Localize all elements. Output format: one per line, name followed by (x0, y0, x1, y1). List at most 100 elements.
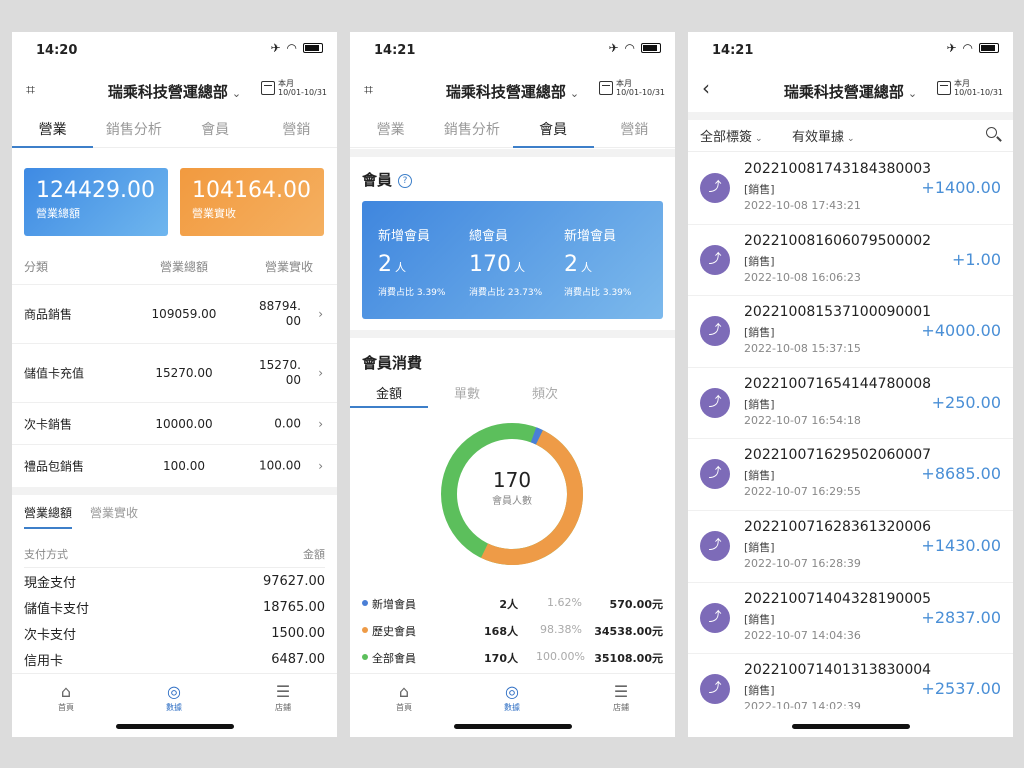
tab-business[interactable]: 營業 (12, 112, 94, 148)
tabbar-data[interactable]: ◎ 數據 (144, 682, 204, 713)
table-row[interactable]: 儲值卡充值 15270.00 15270. 00 › (12, 343, 337, 402)
date-label: 本月 (278, 79, 294, 88)
list-item[interactable]: ⤴ 202210081606079500002 [銷售] 2022-10-08 16:… (688, 225, 1013, 297)
date-picker[interactable]: 本月 10/01-10/31 (261, 79, 327, 97)
stat-new-members: 新增會員 2人 消費占比 3.39% (378, 225, 474, 298)
subtab-actual[interactable]: 營業實收 (90, 504, 138, 527)
category-actual-cont: 00 (285, 314, 301, 328)
order-type: [銷售] (744, 183, 775, 196)
order-id: 202210071404328190005 (744, 590, 932, 607)
battery-icon (641, 43, 661, 53)
date-range: 10/01-10/31 (954, 88, 1003, 97)
airplane-icon: ✈ (270, 41, 281, 55)
category-actual: 15270. (259, 358, 301, 372)
store-title: 瑞乘科技營運總部 (783, 83, 904, 101)
tab-business[interactable]: 營業 (350, 112, 431, 147)
store-title: 瑞乘科技營運總部 (107, 83, 228, 101)
tab-sales-analysis[interactable]: 銷售分析 (431, 112, 512, 147)
date-picker[interactable]: 本月 10/01-10/31 (599, 79, 665, 97)
member-legend: 新增會員 2人 1.62% 570.00元 歷史會員 168人 98.38% 34538.0… (362, 591, 663, 672)
legend-count: 168人 (484, 625, 518, 638)
legend-dot (362, 654, 368, 660)
legend-dot (362, 600, 368, 606)
chart-icon: ◎ (167, 682, 181, 701)
tab-members[interactable]: 會員 (175, 112, 256, 147)
list-item[interactable]: ⤴ 202210071628361320006 [銷售] 2022-10-07 16:… (688, 511, 1013, 583)
table-row: 信用卡 6487.00 (24, 646, 325, 672)
category-actual-cont: 00 (285, 373, 301, 387)
order-id: 202210081606079500002 (744, 232, 932, 249)
divider (688, 112, 1013, 120)
legend-row: 全部會員 170人 100.00% 35108.00元 (362, 645, 663, 672)
order-type: [銷售] (744, 397, 775, 411)
wifi-icon: ◠ (286, 41, 297, 55)
kpi-total-value: 124429.00 (36, 178, 155, 203)
wifi-icon: ◠ (624, 41, 635, 55)
filter-tags[interactable]: 全部標簽 ⌄ (700, 126, 763, 145)
table-row[interactable]: 商品銷售 109059.00 88794. 00 › (12, 284, 337, 343)
order-time: 2022-10-08 17:43:21 (744, 199, 861, 212)
list-item[interactable]: ⤴ 202210081537100090001 [銷售] 2022-10-08 15:… (688, 296, 1013, 368)
tabbar-store[interactable]: ☰ 店鋪 (253, 682, 313, 713)
table-row[interactable]: 次卡銷售 10000.00 0.00 › (12, 402, 337, 444)
kpi-total-card[interactable]: 124429.00 營業總額 (24, 168, 168, 236)
list-item[interactable]: ⤴ 202210071629502060007 [銷售] 2022-10-07 16:… (688, 439, 1013, 511)
stat-ratio: 消費占比 23.73% (469, 288, 543, 298)
order-time: 2022-10-07 14:04:36 (744, 628, 861, 642)
header: ⌗ 瑞乘科技營運總部 ⌄ 本月 10/01-10/31 (350, 72, 675, 108)
battery-icon (979, 43, 999, 53)
tab-amount[interactable]: 金額 (350, 378, 428, 408)
tab-orders[interactable]: 單數 (428, 378, 506, 408)
divider (350, 330, 675, 338)
order-amount: +250.00 (931, 392, 1001, 412)
stat-total-members: 總會員 170 人 消費占比 23.73% (469, 225, 565, 298)
payment-table-header: 支付方式 金額 (24, 542, 325, 568)
category-table: 商品銷售 109059.00 88794. 00 › 儲值卡充值 15270.00 1527… (12, 284, 337, 486)
legend-amount: 570.00元 (609, 598, 663, 611)
sale-icon: ⤴ (700, 387, 730, 418)
category-name: 次卡銷售 (24, 417, 73, 431)
category-total: 100.00 (163, 458, 205, 473)
help-icon[interactable]: ? (398, 174, 413, 188)
tabbar-store[interactable]: ☰ 店鋪 (591, 682, 651, 713)
tab-marketing[interactable]: 營銷 (256, 112, 337, 147)
stat-unit: 人 (581, 261, 592, 274)
sale-icon: ⤴ (700, 459, 730, 490)
airplane-icon: ✈ (608, 41, 619, 55)
home-indicator-area (688, 709, 1013, 737)
donut-center: 170 會員人數 (440, 468, 584, 507)
tab-members[interactable]: 會員 (512, 112, 595, 148)
home-indicator (791, 724, 910, 729)
col-total: 營業總額 (159, 260, 208, 274)
list-item[interactable]: ⤴ 202210081743184380003 [銷售] 2022-10-08 17:… (688, 153, 1013, 225)
member-stats-card: 新增會員 2人 消費占比 3.39% 總會員 170 人 消費占比 23.73% … (362, 201, 663, 319)
stat-ratio: 消費占比 3.39% (564, 288, 632, 298)
tabbar-home[interactable]: ⌂ 首頁 (374, 682, 434, 713)
tab-marketing[interactable]: 營銷 (594, 112, 675, 147)
list-item[interactable]: ⤴ 202210071404328190005 [銷售] 2022-10-07 14:… (688, 583, 1013, 655)
order-amount: +1430.00 (921, 535, 1001, 555)
chart-icon: ◎ (505, 682, 519, 701)
tab-frequency[interactable]: 頻次 (506, 378, 584, 408)
table-row[interactable]: 禮品包銷售 100.00 100.00 › (12, 444, 337, 486)
tabbar-data[interactable]: ◎ 數據 (482, 682, 542, 713)
screen-business: 14:20 ✈ ◠ ⌗ 瑞乘科技營運總部 ⌄ 本月 10/01-10/31 營業 銷售… (12, 32, 337, 737)
legend-count: 2人 (499, 598, 518, 611)
tab-sales-analysis[interactable]: 銷售分析 (93, 112, 174, 147)
legend-pct: 98.38% (540, 623, 582, 636)
list-item[interactable]: ⤴ 202210071654144780008 [銷售] 2022-10-07 16:… (688, 368, 1013, 440)
divider (350, 149, 675, 157)
tabbar-home[interactable]: ⌂ 首頁 (36, 682, 96, 713)
kpi-actual-card[interactable]: 104164.00 營業實收 (180, 168, 324, 236)
date-range: 10/01-10/31 (278, 88, 327, 97)
header: ⌗ 瑞乘科技營運總部 ⌄ 本月 10/01-10/31 (12, 72, 337, 108)
subtab-total[interactable]: 營業總額 (24, 504, 73, 529)
date-picker[interactable]: 本月 10/01-10/31 (937, 79, 1003, 97)
calendar-icon (937, 81, 951, 95)
wifi-icon: ◠ (962, 41, 973, 55)
order-list: ⤴ 202210081743184380003 [銷售] 2022-10-08 17:… (688, 153, 1013, 726)
filter-orders[interactable]: 有效單據 ⌄ (792, 126, 855, 145)
order-type: [銷售] (744, 469, 775, 483)
bottom-tabbar: ⌂ 首頁 ◎ 數據 ☰ 店鋪 (12, 673, 337, 737)
search-icon[interactable] (986, 127, 997, 138)
